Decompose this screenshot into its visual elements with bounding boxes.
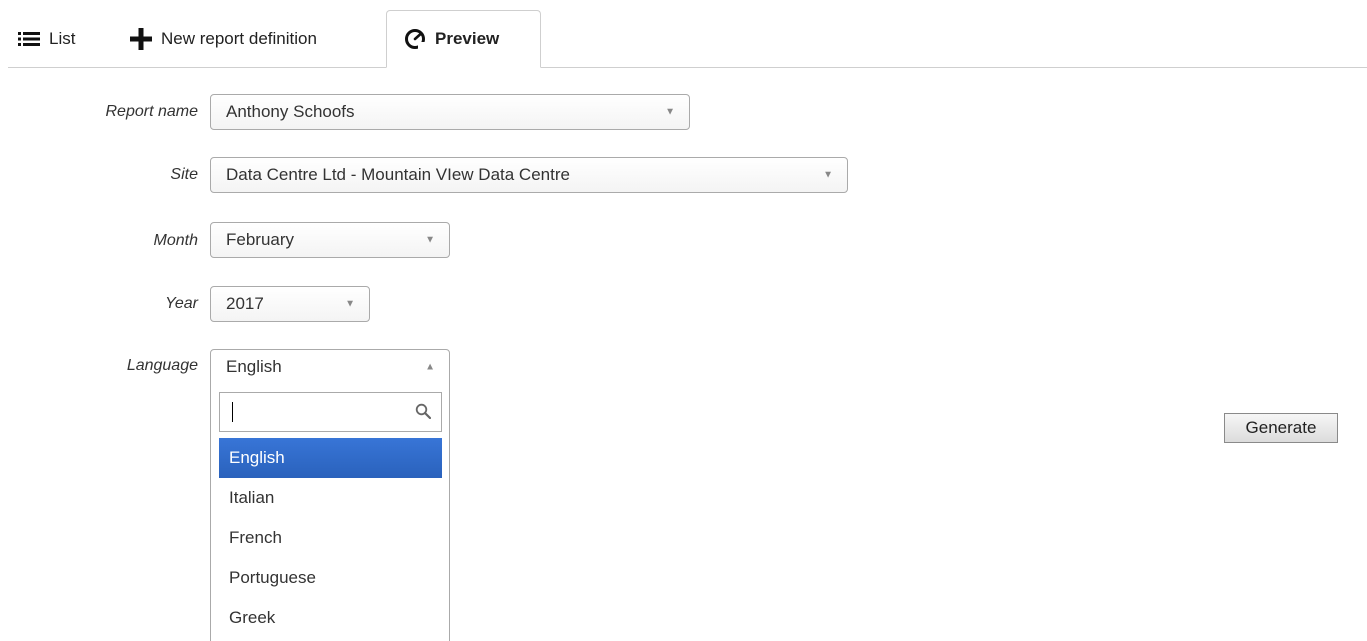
chevron-down-icon: ▼ bbox=[823, 169, 833, 181]
dashboard-gauge-icon bbox=[404, 28, 426, 50]
tab-bar: List New report definition Preview bbox=[0, 0, 1367, 68]
tab-list[interactable]: List bbox=[18, 10, 75, 68]
tab-new-report-label: New report definition bbox=[161, 29, 317, 48]
month-value: February bbox=[226, 230, 295, 249]
chevron-down-icon: ▼ bbox=[665, 106, 675, 118]
year-value: 2017 bbox=[226, 294, 264, 313]
search-icon bbox=[415, 403, 432, 424]
language-option-english[interactable]: English bbox=[219, 438, 442, 478]
language-option-greek[interactable]: Greek bbox=[219, 598, 442, 638]
year-select[interactable]: 2017 ▼ bbox=[210, 286, 370, 322]
language-option-portuguese[interactable]: Portuguese bbox=[219, 558, 442, 598]
report-name-select[interactable]: Anthony Schoofs ▼ bbox=[210, 94, 690, 130]
report-name-value: Anthony Schoofs bbox=[226, 102, 355, 121]
tab-list-label: List bbox=[49, 29, 76, 48]
generate-button[interactable]: Generate bbox=[1224, 413, 1338, 443]
site-value: Data Centre Ltd - Mountain VIew Data Cen… bbox=[226, 165, 570, 184]
year-label: Year bbox=[165, 295, 198, 312]
language-search-input[interactable] bbox=[219, 392, 442, 432]
month-select[interactable]: February ▼ bbox=[210, 222, 450, 258]
chevron-down-icon: ▼ bbox=[345, 298, 355, 310]
tab-preview-label: Preview bbox=[435, 29, 500, 48]
text-cursor bbox=[232, 402, 233, 422]
tab-bar-divider bbox=[8, 67, 1367, 68]
language-options: English Italian French Portuguese Greek bbox=[219, 438, 442, 638]
site-label: Site bbox=[170, 166, 198, 183]
language-label: Language bbox=[126, 357, 198, 374]
language-value: English bbox=[226, 357, 282, 376]
tab-new-report-definition[interactable]: New report definition bbox=[130, 10, 317, 68]
language-option-italian[interactable]: Italian bbox=[219, 478, 442, 518]
language-option-french[interactable]: French bbox=[219, 518, 442, 558]
chevron-down-icon: ▼ bbox=[425, 234, 435, 246]
report-name-label: Report name bbox=[105, 103, 199, 120]
site-select[interactable]: Data Centre Ltd - Mountain VIew Data Cen… bbox=[210, 157, 848, 193]
language-select[interactable]: English ▲ bbox=[210, 349, 450, 385]
chevron-up-icon: ▲ bbox=[425, 361, 435, 373]
language-dropdown: English Italian French Portuguese Greek bbox=[210, 384, 450, 641]
list-icon bbox=[18, 31, 40, 47]
month-label: Month bbox=[153, 232, 198, 249]
tab-preview[interactable]: Preview bbox=[386, 10, 541, 68]
plus-icon bbox=[130, 28, 152, 50]
